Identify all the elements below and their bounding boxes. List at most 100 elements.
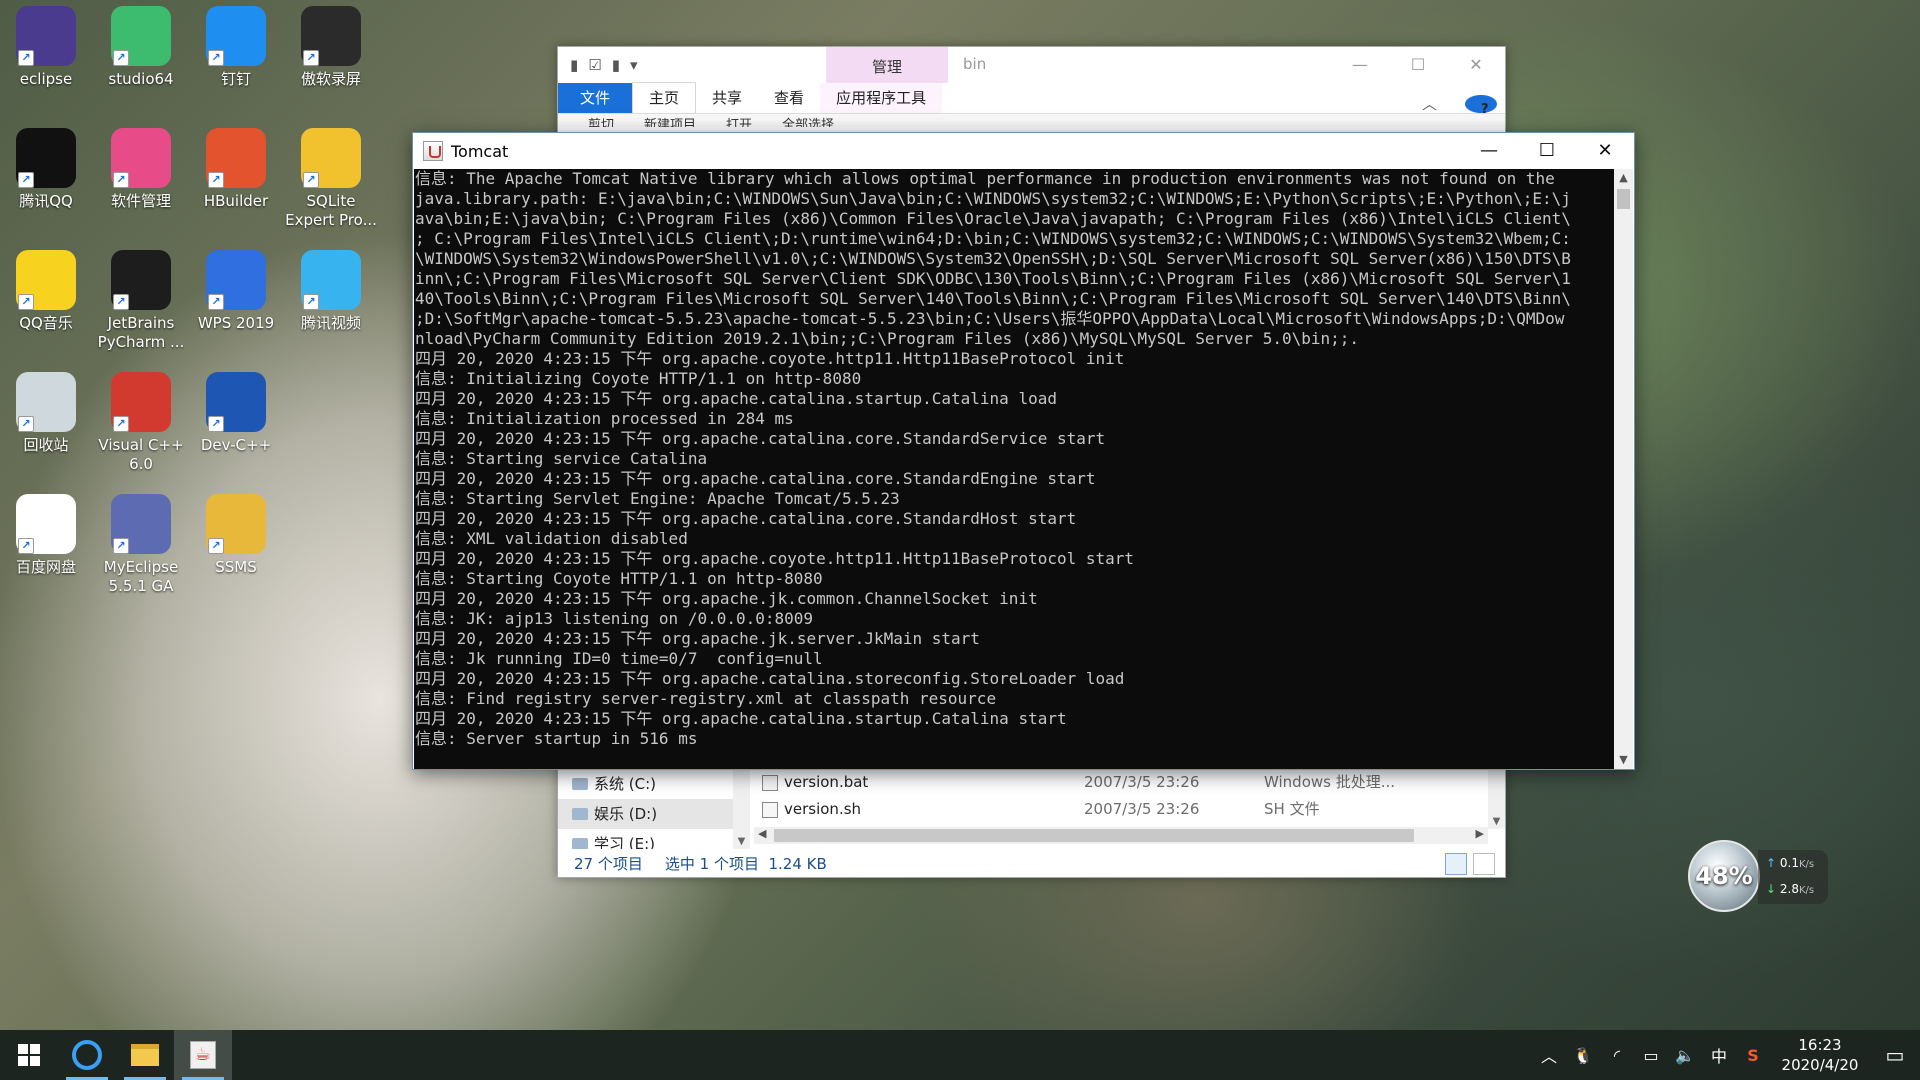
dev-cpp-icon: ↗ <box>206 372 266 432</box>
ribbon-cut[interactable]: 剪切 <box>588 114 614 127</box>
action-center-icon[interactable]: ▭ <box>1870 1043 1920 1067</box>
file-date: 2007/3/5 23:26 <box>1084 773 1200 791</box>
ribbon-select-all[interactable]: 全部选择 <box>782 114 834 127</box>
status-bar: 27 个项目 选中 1 个项目 1.24 KB <box>558 849 1505 879</box>
qq-tray-icon[interactable]: 🐧 <box>1566 1046 1600 1065</box>
minimize-button[interactable]: — <box>1460 133 1518 169</box>
desktop-icon[interactable]: ↗ studio64 <box>95 6 187 89</box>
clock[interactable]: 16:23 2020/4/20 <box>1770 1035 1870 1075</box>
console-output[interactable]: 信息: The Apache Tomcat Native library whi… <box>414 169 1615 769</box>
maximize-button[interactable]: ☐ <box>1518 133 1576 169</box>
item-count: 27 个项目 <box>574 855 643 873</box>
console-line: 信息: Jk running ID=0 time=0/7 config=null <box>415 649 823 668</box>
desktop-icon[interactable]: ↗ Dev-C++ <box>190 372 282 455</box>
console-line: 四月 20, 2020 4:23:15 下午 org.apache.coyote… <box>415 549 1135 568</box>
console-line: 四月 20, 2020 4:23:15 下午 org.apache.coyote… <box>415 349 1125 368</box>
volume-icon[interactable]: 🔈 <box>1668 1046 1702 1065</box>
nav-item-drive-d[interactable]: 娱乐 (D:) <box>558 799 733 829</box>
wifi-icon[interactable]: ◜ <box>1600 1046 1634 1065</box>
tab-file[interactable]: 文件 <box>558 83 633 113</box>
new-folder-icon[interactable]: ▮ <box>612 56 620 74</box>
tab-view[interactable]: 查看 <box>758 83 820 113</box>
desktop-icon[interactable]: ↗ SQLite Expert Pro... <box>285 128 377 230</box>
console-scrollbar[interactable]: ▲ ▼ <box>1614 169 1633 769</box>
desktop-icon-label: WPS 2019 <box>197 314 275 332</box>
minimize-button[interactable]: — <box>1331 47 1389 83</box>
console-line: 信息: JK: ajp13 listening on /0.0.0.0:8009 <box>415 609 814 628</box>
help-icon[interactable]: ? <box>1465 95 1497 117</box>
desktop-icon[interactable]: ↗ WPS 2019 <box>190 250 282 333</box>
explorer-titlebar[interactable]: ▮ ☑ ▮ ▾ 管理 bin — ☐ ✕ <box>558 47 1505 83</box>
taskbar: ☕ ︿ 🐧 ◜ ▭ 🔈 中 S 16:23 2020/4/20 ▭ <box>0 1030 1920 1080</box>
folder-icon[interactable]: ▮ <box>570 56 578 74</box>
file-name: version.sh <box>784 800 862 818</box>
large-icons-view-icon[interactable] <box>1473 853 1495 875</box>
tomcat-titlebar[interactable]: Tomcat — ☐ ✕ <box>413 133 1634 169</box>
nav-item-label: 学习 (E:) <box>594 835 656 849</box>
desktop-icon[interactable]: ↗ Visual C++ 6.0 <box>95 372 187 474</box>
desktop-icon[interactable]: ↗ 傲软录屏 <box>285 6 377 89</box>
scroll-left-icon[interactable]: ◀ <box>758 827 766 840</box>
desktop-icon[interactable]: ↗ QQ音乐 <box>0 250 92 333</box>
desktop-icon[interactable]: ↗ 软件管理 <box>95 128 187 211</box>
sogou-input-icon[interactable]: S <box>1736 1046 1770 1065</box>
battery-icon[interactable]: ▭ <box>1634 1046 1668 1065</box>
taskbar-qq-browser[interactable] <box>58 1030 116 1080</box>
scroll-thumb[interactable] <box>774 829 1414 842</box>
desktop-icon[interactable]: ↗ SSMS <box>190 494 282 577</box>
collapse-ribbon-icon[interactable]: ︿ <box>1406 89 1453 119</box>
explorer-window-controls: — ☐ ✕ <box>1331 47 1505 83</box>
desktop-icon[interactable]: ↗ eclipse <box>0 6 92 89</box>
scroll-down-icon[interactable]: ▼ <box>1488 816 1505 827</box>
file-row[interactable]: version.bat 2007/3/5 23:26 Windows 批处理..… <box>754 769 1488 796</box>
desktop-icon[interactable]: ↗ 回收站 <box>0 372 92 455</box>
tab-home[interactable]: 主页 <box>632 82 697 113</box>
nav-item-label: 系统 (C:) <box>594 775 656 793</box>
taskbar-java-console[interactable]: ☕ <box>174 1030 232 1080</box>
maximize-button[interactable]: ☐ <box>1389 47 1447 83</box>
desktop-icon[interactable]: ↗ 钉钉 <box>190 6 282 89</box>
desktop-icon-label: QQ音乐 <box>19 314 73 332</box>
desktop-icon[interactable]: ↗ MyEclipse 5.5.1 GA <box>95 494 187 596</box>
nav-item-drive-e[interactable]: 学习 (E:) <box>558 829 733 849</box>
show-hidden-icons-icon[interactable]: ︿ <box>1532 1043 1566 1067</box>
scroll-up-icon[interactable]: ▲ <box>1614 169 1633 187</box>
download-arrow-icon: ↓ <box>1766 882 1777 896</box>
tab-share[interactable]: 共享 <box>696 83 758 113</box>
close-button[interactable]: ✕ <box>1447 47 1505 83</box>
ribbon-open[interactable]: 打开 <box>726 114 752 127</box>
details-view-icon[interactable] <box>1445 853 1467 875</box>
close-button[interactable]: ✕ <box>1576 133 1634 169</box>
scroll-down-icon[interactable]: ▼ <box>1614 751 1633 769</box>
taskbar-file-explorer[interactable] <box>116 1030 174 1080</box>
properties-icon[interactable]: ☑ <box>588 56 601 74</box>
manage-context-tab[interactable]: 管理 <box>826 47 948 83</box>
input-method-indicator[interactable]: 中 <box>1702 1043 1736 1067</box>
desktop-icon[interactable]: ↗ JetBrains PyCharm ... <box>95 250 187 352</box>
nav-item-drive-c[interactable]: 系统 (C:) <box>558 769 733 799</box>
file-list-horizontal-scrollbar[interactable]: ◀ ▶ <box>754 827 1488 844</box>
customize-dropdown-icon[interactable]: ▾ <box>630 56 638 74</box>
nav-pane-scrollbar[interactable]: ▼ <box>733 769 750 849</box>
clock-time: 16:23 <box>1798 1036 1842 1054</box>
ribbon-new-item[interactable]: 新建项目 <box>644 114 696 127</box>
file-explorer-icon <box>131 1044 159 1066</box>
console-line: 信息: XML validation disabled <box>415 529 688 548</box>
desktop-icon[interactable]: ↗ 腾讯QQ <box>0 128 92 211</box>
dingtalk-icon: ↗ <box>206 6 266 66</box>
scroll-down-icon[interactable]: ▼ <box>733 836 750 847</box>
file-row[interactable]: version.sh 2007/3/5 23:26 SH 文件 <box>754 796 1488 823</box>
desktop-icon[interactable]: ↗ 腾讯视频 <box>285 250 377 333</box>
tab-application-tools[interactable]: 应用程序工具 <box>820 83 943 113</box>
scroll-thumb[interactable] <box>1617 189 1630 209</box>
tomcat-console-window[interactable]: Tomcat — ☐ ✕ 信息: The Apache Tomcat Nativ… <box>412 132 1635 770</box>
file-icon <box>762 802 778 818</box>
start-button[interactable] <box>0 1030 58 1080</box>
memory-usage-ball[interactable]: 48% <box>1688 840 1760 912</box>
scroll-right-icon[interactable]: ▶ <box>1476 827 1484 840</box>
file-list-vertical-scrollbar[interactable]: ▼ <box>1488 769 1505 829</box>
desktop-icon[interactable]: ↗ 百度网盘 <box>0 494 92 577</box>
file-name: version.bat <box>784 773 869 791</box>
desktop-icon[interactable]: ↗ HBuilder <box>190 128 282 211</box>
network-speed-widget[interactable]: 48% ↑ 0.1K/s ↓ 2.8K/s <box>1688 840 1838 912</box>
